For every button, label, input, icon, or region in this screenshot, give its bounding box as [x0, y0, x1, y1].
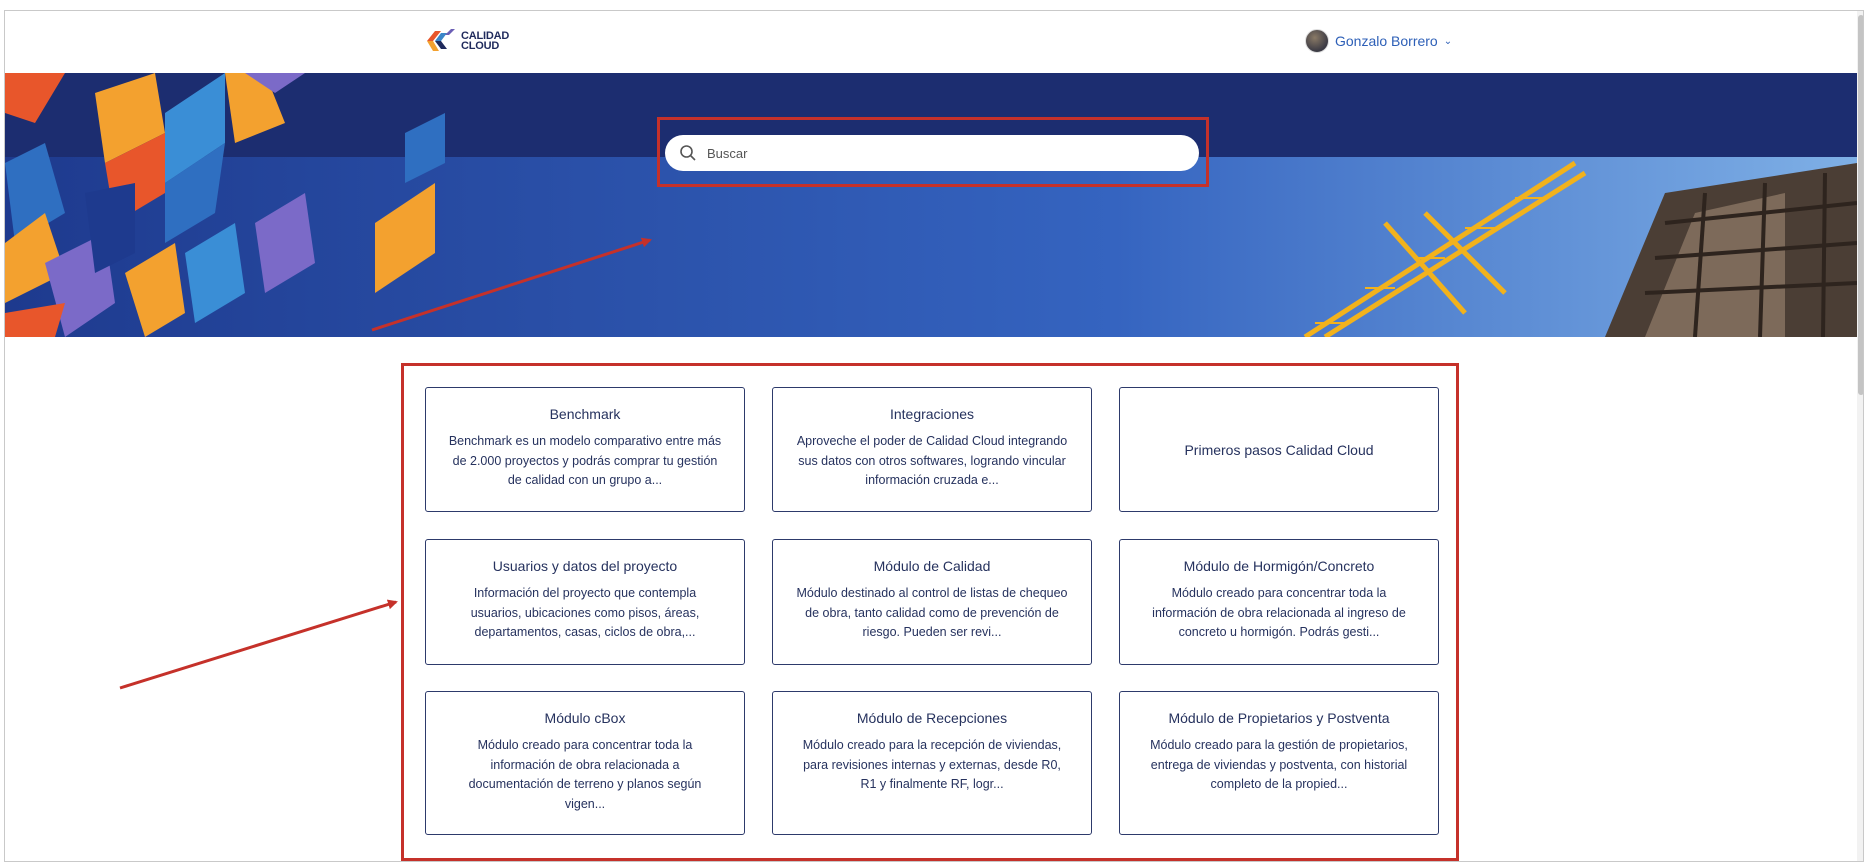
card-title: Primeros pasos Calidad Cloud: [1184, 441, 1374, 458]
card-description: Información del proyecto que contempla u…: [470, 586, 700, 639]
card-description: Módulo creado para concentrar toda la in…: [1152, 586, 1406, 639]
browser-frame: CALIDAD CLOUD Gonzalo Borrero ⌄ Buscar B…: [4, 10, 1864, 862]
card-title: Benchmark: [549, 406, 621, 422]
card-integraciones[interactable]: Integraciones Aproveche el poder de Cali…: [772, 387, 1092, 512]
logo-line-2: CLOUD: [461, 40, 500, 52]
avatar: [1305, 29, 1329, 53]
card-description: Módulo creado para concentrar toda la in…: [468, 738, 702, 811]
logo-icon: [427, 29, 455, 51]
card-modulo-hormigon[interactable]: Módulo de Hormigón/Concreto Módulo cread…: [1119, 539, 1439, 665]
logo-wordmark: CALIDAD CLOUD: [461, 31, 509, 52]
card-modulo-recepciones[interactable]: Módulo de Recepciones Módulo creado para…: [772, 691, 1092, 835]
card-title: Módulo de Hormigón/Concreto: [1183, 558, 1375, 574]
card-description: Aproveche el poder de Calidad Cloud inte…: [796, 434, 1068, 487]
scrollbar[interactable]: [1857, 11, 1863, 861]
card-title: Módulo de Calidad: [873, 558, 991, 574]
scroll-thumb[interactable]: [1858, 15, 1863, 395]
card-description: Módulo creado para la recepción de vivie…: [802, 738, 1062, 791]
card-description: Módulo destinado al control de listas de…: [796, 586, 1068, 639]
user-name: Gonzalo Borrero: [1335, 33, 1438, 49]
card-title: Módulo de Recepciones: [856, 710, 1008, 726]
card-usuarios[interactable]: Usuarios y datos del proyecto Informació…: [425, 539, 745, 665]
card-title: Módulo cBox: [544, 710, 626, 726]
chevron-down-icon: ⌄: [1443, 35, 1453, 47]
card-benchmark[interactable]: Benchmark Benchmark es un modelo compara…: [425, 387, 745, 512]
card-primeros-pasos[interactable]: Primeros pasos Calidad Cloud: [1119, 387, 1439, 512]
card-modulo-propietarios[interactable]: Módulo de Propietarios y Postventa Módul…: [1119, 691, 1439, 835]
search-input[interactable]: [705, 144, 1179, 162]
card-modulo-calidad[interactable]: Módulo de Calidad Módulo destinado al co…: [772, 539, 1092, 665]
card-modulo-cbox[interactable]: Módulo cBox Módulo creado para concentra…: [425, 691, 745, 835]
hero-banner: [5, 73, 1857, 337]
search-bar[interactable]: [665, 135, 1199, 171]
card-title: Módulo de Propietarios y Postventa: [1168, 710, 1390, 726]
user-menu[interactable]: Gonzalo Borrero ⌄: [1305, 29, 1452, 53]
card-title: Integraciones: [889, 406, 975, 422]
card-description: Benchmark es un modelo comparativo entre…: [448, 434, 722, 487]
calidad-cloud-logo[interactable]: CALIDAD CLOUD: [425, 27, 509, 55]
card-title: Usuarios y datos del proyecto: [492, 558, 678, 574]
search-icon: [680, 145, 696, 161]
hero-background-art: [5, 73, 1857, 337]
top-bar: CALIDAD CLOUD Gonzalo Borrero ⌄: [5, 11, 1863, 73]
card-description: Módulo creado para la gestión de propiet…: [1150, 738, 1408, 791]
